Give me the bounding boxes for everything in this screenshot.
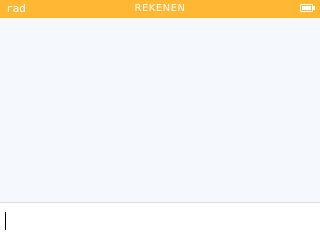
app-title: REKENEN [134,3,186,14]
expression-input[interactable] [0,203,320,240]
battery-level [302,6,311,10]
calculation-history[interactable] [0,18,320,202]
battery-tip [313,6,315,10]
status-bar: rad REKENEN [0,0,320,18]
text-cursor [5,212,6,230]
battery-icon [300,4,313,12]
